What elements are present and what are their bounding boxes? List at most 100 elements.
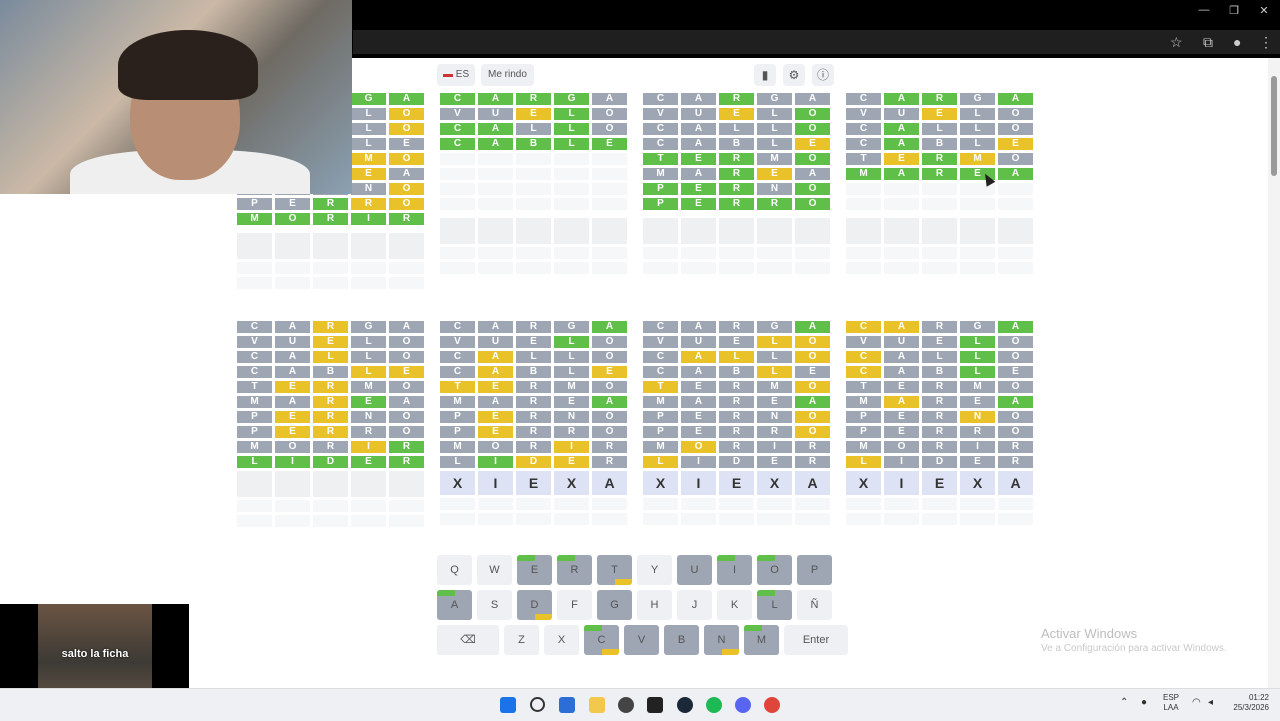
key-h[interactable]: H: [637, 590, 672, 620]
activation-watermark-title: Activar Windows: [1041, 626, 1138, 641]
key-e[interactable]: E: [517, 555, 552, 585]
star-icon[interactable]: ☆: [1170, 34, 1183, 51]
key-label: R: [570, 564, 579, 576]
empty-row: [440, 153, 630, 165]
tray-chevron-icon[interactable]: ⌃: [1120, 697, 1136, 713]
key-p[interactable]: P: [797, 555, 832, 585]
empty-tile: [757, 513, 792, 525]
tile: M: [643, 168, 678, 180]
give-up-button[interactable]: Me rindo: [481, 64, 534, 86]
empty-tile: [351, 277, 386, 289]
key-f[interactable]: F: [557, 590, 592, 620]
address-bar[interactable]: ☆ ⧉ ● ⋮: [353, 30, 1280, 54]
key-state-bar: [437, 590, 455, 596]
folder-icon[interactable]: [589, 697, 605, 713]
volume-icon[interactable]: ◂: [1208, 697, 1224, 713]
key-z[interactable]: Z: [504, 625, 539, 655]
key-a[interactable]: A: [437, 590, 472, 620]
tile: M: [440, 441, 475, 453]
microphone-icon[interactable]: ●: [1141, 697, 1157, 713]
key-c[interactable]: C: [584, 625, 619, 655]
board-row: LIDER: [440, 456, 630, 468]
board-row: TERMO: [846, 381, 1036, 393]
tile: E: [275, 198, 310, 210]
chrome-icon[interactable]: [764, 697, 780, 713]
key-b[interactable]: B: [664, 625, 699, 655]
key-state-bar: [534, 614, 552, 620]
key-t[interactable]: T: [597, 555, 632, 585]
tile: R: [719, 183, 754, 195]
language-button[interactable]: ▬ ES: [437, 64, 476, 86]
tile: D: [922, 456, 957, 468]
key-y[interactable]: Y: [637, 555, 672, 585]
tile: V: [643, 336, 678, 348]
store-icon[interactable]: [559, 697, 575, 713]
empty-tile: [719, 218, 754, 244]
tile: A: [681, 123, 716, 135]
search-icon[interactable]: [530, 697, 545, 712]
key-l[interactable]: L: [757, 590, 792, 620]
backspace-key[interactable]: ⌫: [437, 625, 499, 655]
minimize-icon[interactable]: —: [1196, 4, 1212, 16]
key-d[interactable]: D: [517, 590, 552, 620]
key-n[interactable]: N: [704, 625, 739, 655]
tile: O: [795, 198, 830, 210]
key-m[interactable]: M: [744, 625, 779, 655]
key-r[interactable]: R: [557, 555, 592, 585]
key-k[interactable]: K: [717, 590, 752, 620]
tile: E: [884, 153, 919, 165]
key-o[interactable]: O: [757, 555, 792, 585]
extensions-icon[interactable]: ⧉: [1203, 34, 1213, 51]
close-icon[interactable]: ✕: [1256, 4, 1272, 17]
board-row: MAREA: [846, 168, 1036, 180]
steam-icon[interactable]: [677, 697, 693, 713]
empty-tile: [440, 168, 475, 180]
menu-icon[interactable]: ⋮: [1259, 34, 1273, 51]
empty-tile: [884, 247, 919, 259]
wifi-icon[interactable]: ◠: [1192, 697, 1208, 713]
empty-tile: [643, 513, 678, 525]
key-g[interactable]: G: [597, 590, 632, 620]
scroll-thumb[interactable]: [1271, 76, 1277, 176]
tile: C: [440, 351, 475, 363]
discord-icon[interactable]: [735, 697, 751, 713]
epic-games-icon[interactable]: [647, 697, 663, 713]
empty-tile: [998, 198, 1033, 210]
key-i[interactable]: I: [717, 555, 752, 585]
key-s[interactable]: S: [477, 590, 512, 620]
start-icon[interactable]: [500, 697, 516, 713]
key-v[interactable]: V: [624, 625, 659, 655]
tile: L: [922, 123, 957, 135]
tile: R: [389, 441, 424, 453]
info-icon[interactable]: ⓘ: [812, 64, 834, 86]
profile-icon[interactable]: ●: [1233, 34, 1241, 50]
empty-tile: [795, 513, 830, 525]
tile: M: [960, 381, 995, 393]
key-j[interactable]: J: [677, 590, 712, 620]
tile: E: [681, 153, 716, 165]
board-row: CARGA: [643, 321, 833, 333]
key-ñ[interactable]: Ñ: [797, 590, 832, 620]
app-icon[interactable]: [618, 697, 634, 713]
spotify-icon[interactable]: [706, 697, 722, 713]
tray-clock[interactable]: 01:22 25/3/2026: [1227, 693, 1269, 713]
tile: R: [922, 153, 957, 165]
scrollbar[interactable]: [1268, 58, 1280, 688]
board-row: MORIR: [846, 441, 1036, 453]
empty-tile: [478, 262, 513, 274]
stats-icon[interactable]: ▮: [754, 64, 776, 86]
board-row: MORIR: [237, 441, 427, 453]
key-q[interactable]: Q: [437, 555, 472, 585]
tile: C: [440, 138, 475, 150]
key-x[interactable]: X: [544, 625, 579, 655]
key-w[interactable]: W: [477, 555, 512, 585]
enter-key[interactable]: Enter: [784, 625, 848, 655]
tile: P: [846, 411, 881, 423]
board-8: CARGAVUELOCALLOCABLETERMOMAREAPERNOPERRO…: [846, 321, 1036, 528]
tray-language[interactable]: ESP LAA: [1163, 693, 1179, 713]
restore-icon[interactable]: ❐: [1226, 4, 1242, 17]
key-label: T: [611, 564, 618, 576]
key-u[interactable]: U: [677, 555, 712, 585]
tile: E: [516, 336, 551, 348]
settings-gear-icon[interactable]: ⚙: [783, 64, 805, 86]
